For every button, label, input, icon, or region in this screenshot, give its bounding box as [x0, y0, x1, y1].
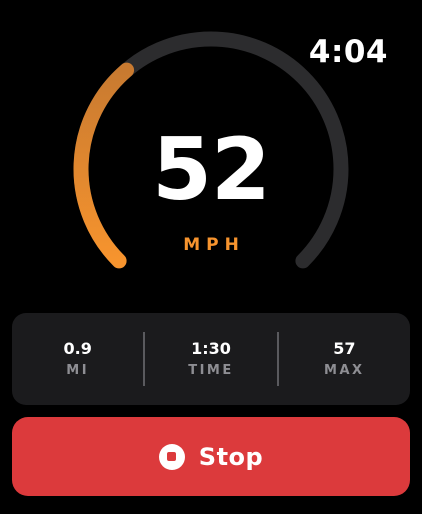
stop-circle-icon	[158, 443, 185, 470]
speed-unit-label: MPH	[183, 235, 245, 255]
stat-time-label: TIME	[188, 363, 234, 378]
stat-distance-value: 0.9	[63, 339, 92, 358]
stat-max-speed: 57 MAX	[279, 339, 410, 379]
stop-square-icon	[167, 452, 177, 461]
stat-distance-label: MI	[66, 363, 90, 378]
stop-button[interactable]: Stop	[12, 417, 410, 496]
stat-max-speed-value: 57	[333, 339, 356, 358]
stat-max-speed-label: MAX	[324, 363, 365, 378]
current-speed: 52	[152, 120, 271, 220]
stat-distance: 0.9 MI	[12, 339, 143, 379]
stat-time-value: 1:30	[191, 339, 231, 358]
stop-button-label: Stop	[198, 442, 264, 471]
workout-stats-panel: 0.9 MI 1:30 TIME 57 MAX	[12, 313, 410, 405]
stat-time: 1:30 TIME	[145, 339, 276, 379]
